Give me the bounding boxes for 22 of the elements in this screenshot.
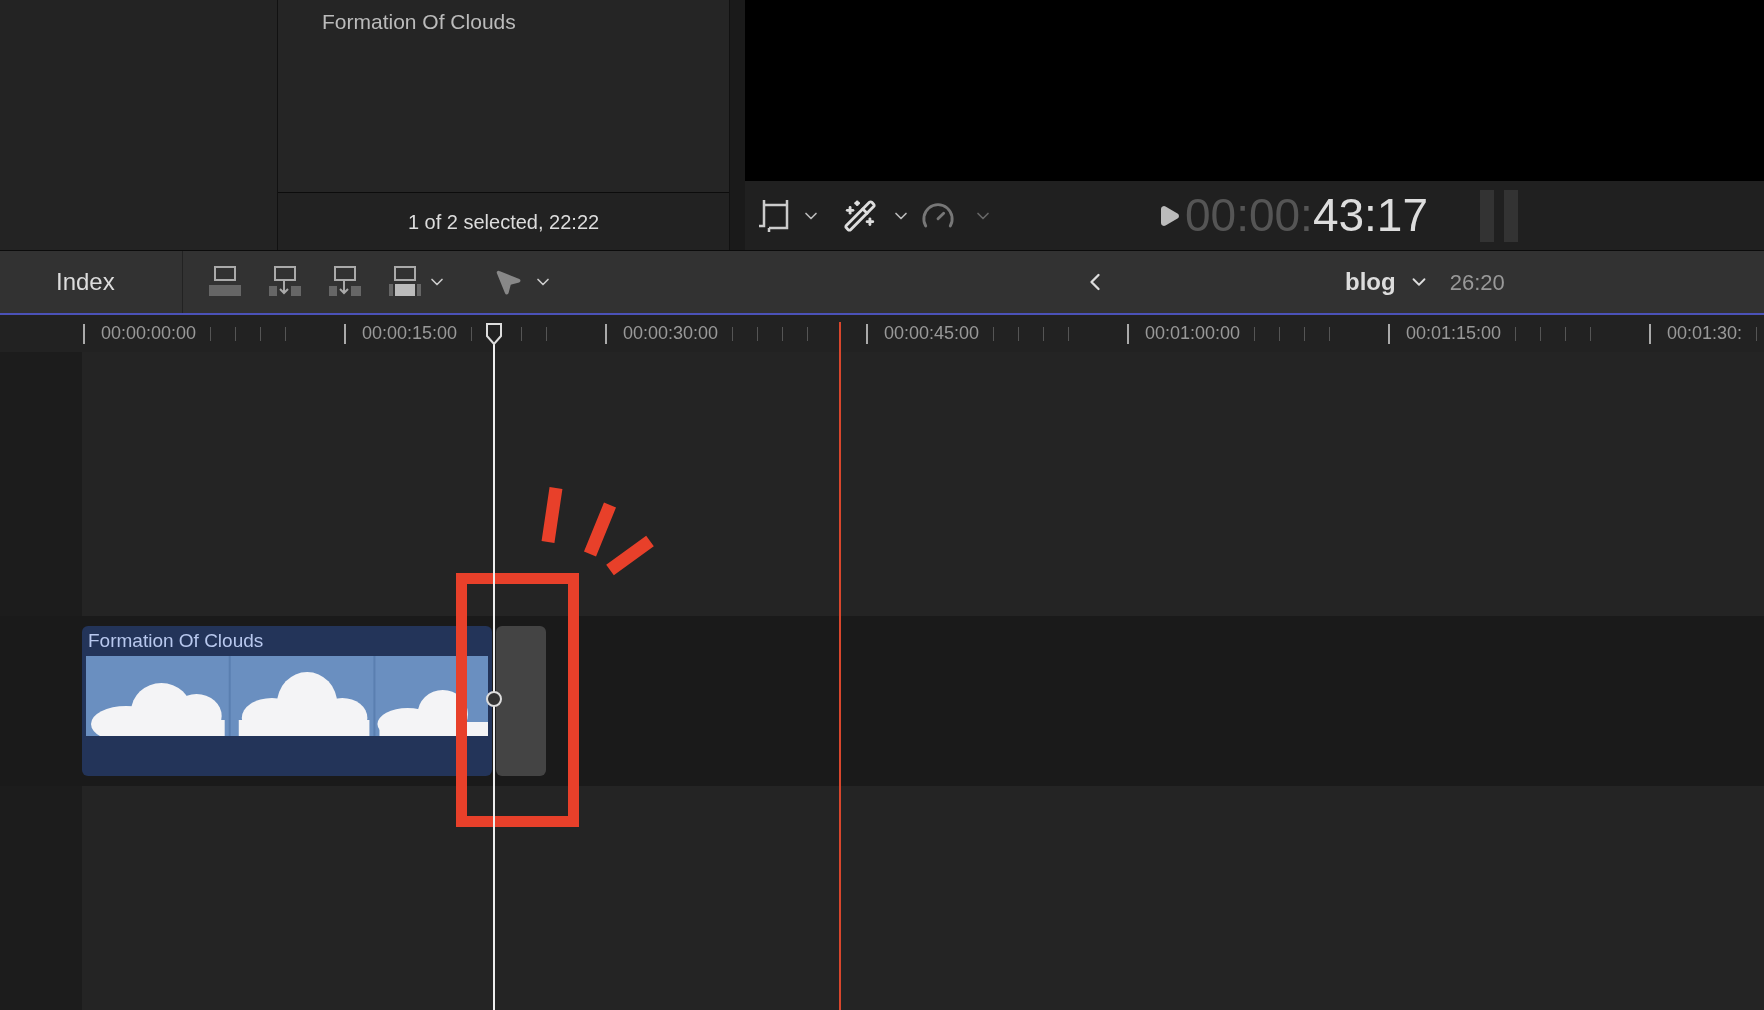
playhead[interactable] <box>485 322 503 1010</box>
ruler-label: 00:01:15:00 <box>1406 322 1502 345</box>
ruler-label: 00:01:30: <box>1667 322 1743 345</box>
ruler-label: 00:01:00:00 <box>1145 322 1241 345</box>
ruler-label: 00:00:30:00 <box>623 322 719 345</box>
clip-title: Formation Of Clouds <box>322 9 516 35</box>
video-clip[interactable]: Formation Of Clouds <box>82 626 492 776</box>
project-duration: 26:20 <box>1449 268 1505 297</box>
magic-wand-icon[interactable] <box>843 198 877 233</box>
ruler-label: 00:00:15:00 <box>362 322 458 345</box>
project-name[interactable]: blog <box>1345 264 1396 300</box>
edit-mode-icon[interactable] <box>207 265 243 299</box>
gap-clip[interactable] <box>496 626 546 776</box>
edit-mode-icon[interactable] <box>387 265 423 299</box>
selection-status: 1 of 2 selected, 22:22 <box>407 209 600 235</box>
clip-label: Formation Of Clouds <box>87 629 265 653</box>
edit-mode-icon[interactable] <box>327 265 363 299</box>
ruler-label: 00:00:00:00 <box>101 322 197 345</box>
ruler-label: 00:00:45:00 <box>884 322 980 345</box>
index-button[interactable]: Index <box>56 264 115 300</box>
edit-mode-icon[interactable] <box>267 265 303 299</box>
timecode: 43:17 <box>1312 188 1429 243</box>
